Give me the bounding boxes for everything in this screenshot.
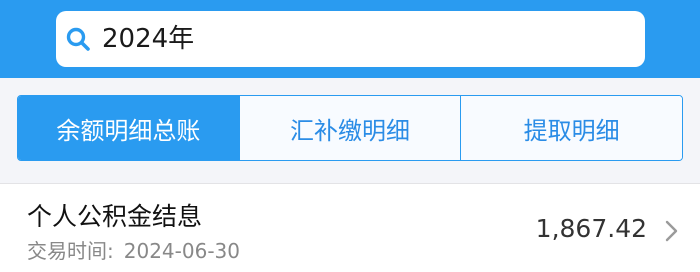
list-item[interactable]: 个人公积金结息 交易时间: 2024-06-30 1,867.42 bbox=[0, 184, 700, 272]
record-meta: 交易时间: 2024-06-30 bbox=[27, 235, 240, 264]
record-date: 2024-06-30 bbox=[123, 239, 240, 263]
record-title: 个人公积金结息 bbox=[27, 202, 203, 231]
search-value: 2024年 bbox=[102, 24, 195, 54]
tab-balance-ledger[interactable]: 余额明细总账 bbox=[18, 96, 240, 160]
record-date-label: 交易时间: bbox=[27, 239, 114, 263]
chevron-right-icon[interactable] bbox=[664, 220, 678, 242]
search-input[interactable]: 2024年 bbox=[56, 11, 645, 67]
tab-bar: 余额明细总账 汇补缴明细 提取明细 bbox=[17, 95, 683, 161]
search-icon bbox=[66, 27, 90, 51]
tab-supplementary-payment[interactable]: 汇补缴明细 bbox=[239, 96, 462, 160]
tab-withdrawal[interactable]: 提取明细 bbox=[461, 96, 682, 160]
search-header: 2024年 bbox=[0, 0, 700, 78]
tab-bar-area: 余额明细总账 汇补缴明细 提取明细 bbox=[0, 78, 700, 183]
record-amount: 1,867.42 bbox=[535, 214, 647, 243]
